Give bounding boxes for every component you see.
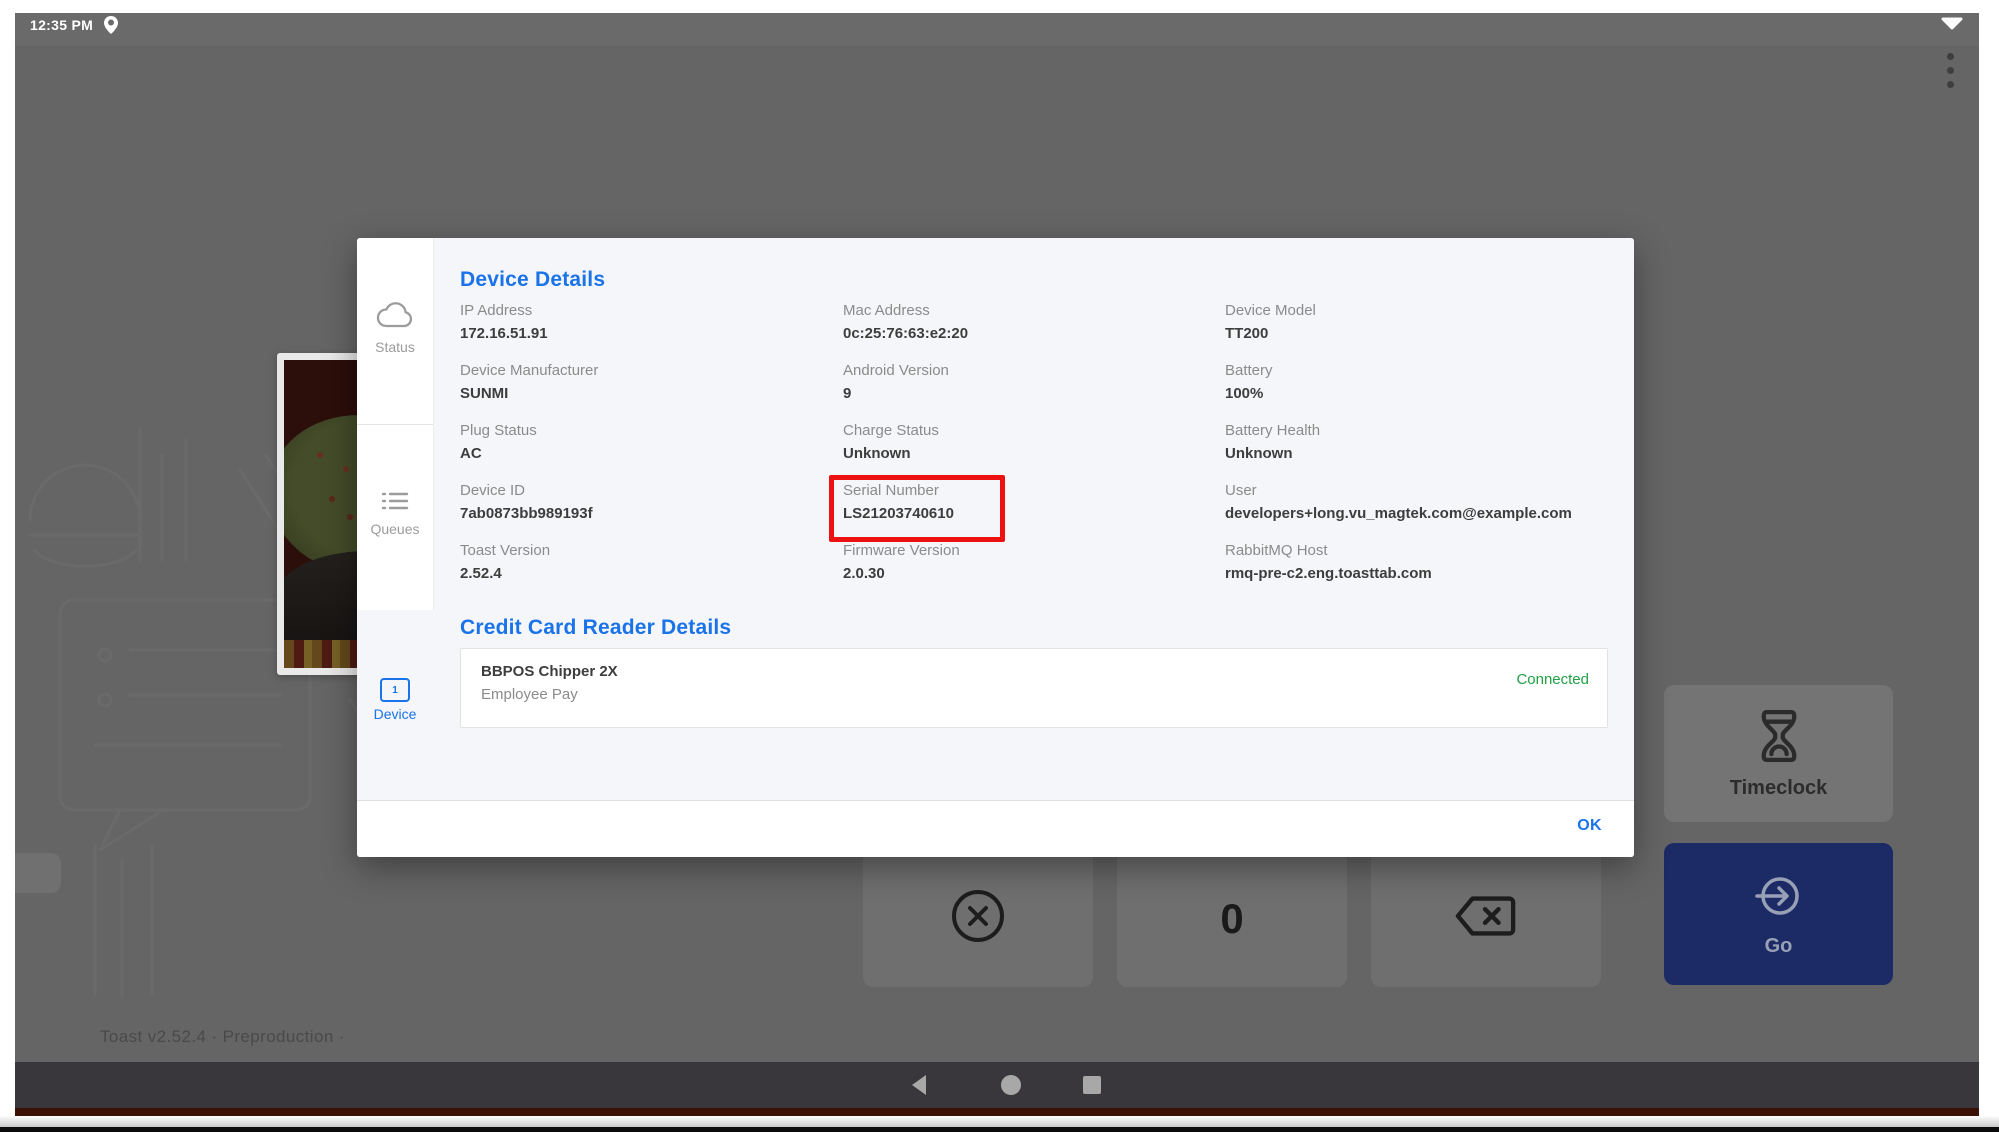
sidebar-item-device[interactable]: 1 Device	[357, 678, 433, 722]
field-toast-version: Toast Version2.52.4	[460, 542, 843, 602]
hourglass-icon	[1758, 708, 1800, 769]
status-bar-clock: 12:35 PM	[30, 17, 93, 33]
sidebar-device-label: Device	[357, 706, 433, 722]
screen-bottom-glow	[15, 1108, 1979, 1116]
device-details-dialog: Status Queues 1 Device Device Details IP…	[357, 238, 1634, 857]
ok-button[interactable]: OK	[1577, 817, 1602, 835]
field-user: Userdevelopers+long.vu_magtek.com@exampl…	[1225, 482, 1604, 542]
backspace-icon	[1455, 894, 1517, 943]
nav-back-icon[interactable]	[910, 1074, 928, 1101]
field-serial-number: Serial NumberLS21203740610	[843, 482, 1225, 542]
reader-mode: Employee Pay	[481, 686, 1587, 703]
timeclock-label: Timeclock	[1730, 777, 1827, 800]
cloud-icon	[375, 317, 415, 334]
field-rabbitmq-host: RabbitMQ Hostrmq-pre-c2.eng.toasttab.com	[1225, 542, 1604, 602]
reader-status-badge: Connected	[1516, 671, 1589, 688]
field-firmware-version: Firmware Version2.0.30	[843, 542, 1225, 602]
keypad-zero-label: 0	[1220, 895, 1243, 943]
app-version-footer: Toast v2.52.4 · Preproduction ·	[100, 1027, 345, 1047]
field-mac-address: Mac Address0c:25:76:63:e2:20	[843, 302, 1225, 362]
card-reader-row: BBPOS Chipper 2X Employee Pay Connected	[460, 648, 1608, 728]
field-charge-status: Charge StatusUnknown	[843, 422, 1225, 482]
keypad-backspace-button[interactable]	[1371, 850, 1601, 987]
vertical-dots-menu-icon[interactable]	[1945, 53, 1955, 95]
sidebar-divider	[357, 424, 433, 425]
field-plug-status: Plug StatusAC	[460, 422, 843, 482]
device-tablet-icon: 1	[380, 678, 410, 702]
field-device-id: Device ID7ab0873bb989193f	[460, 482, 843, 542]
android-nav-bar	[15, 1062, 1979, 1108]
device-fields-grid: IP Address172.16.51.91Mac Address0c:25:7…	[460, 302, 1604, 602]
sidebar-item-queues[interactable]: Queues	[357, 490, 433, 537]
dropdown-caret-icon[interactable]	[1941, 17, 1963, 35]
queue-list-icon	[381, 499, 409, 516]
field-battery: Battery100%	[1225, 362, 1604, 422]
nav-home-icon[interactable]	[1000, 1074, 1022, 1101]
sidebar-item-status[interactable]: Status	[357, 302, 433, 355]
android-status-bar	[15, 13, 1979, 46]
go-label: Go	[1765, 935, 1793, 958]
field-device-model: Device ModelTT200	[1225, 302, 1604, 362]
keypad-zero-button[interactable]: 0	[1117, 850, 1347, 987]
login-arrow-icon	[1753, 870, 1805, 927]
nav-recents-icon[interactable]	[1082, 1074, 1102, 1101]
tablet-frame: 12:35 PM 0	[0, 0, 1999, 1133]
field-android-version: Android Version9	[843, 362, 1225, 422]
tablet-bezel	[0, 1116, 1999, 1127]
keypad-clear-button[interactable]	[863, 850, 1093, 987]
toast-pin-icon	[104, 16, 118, 39]
sidebar-status-label: Status	[357, 339, 433, 355]
tablet-bezel-edge	[0, 1127, 1999, 1132]
go-button[interactable]: Go	[1664, 843, 1893, 985]
dialog-footer: OK	[357, 800, 1634, 857]
timeclock-button[interactable]: Timeclock	[1664, 685, 1893, 822]
background-edge-tab	[15, 853, 61, 893]
device-details-title: Device Details	[460, 268, 605, 292]
field-battery-health: Battery HealthUnknown	[1225, 422, 1604, 482]
reader-name: BBPOS Chipper 2X	[481, 663, 1587, 680]
field-ip-address: IP Address172.16.51.91	[460, 302, 843, 362]
field-device-manufacturer: Device ManufacturerSUNMI	[460, 362, 843, 422]
card-reader-section-title: Credit Card Reader Details	[460, 616, 731, 640]
sidebar-queues-label: Queues	[357, 521, 433, 537]
circle-x-icon	[950, 888, 1006, 949]
